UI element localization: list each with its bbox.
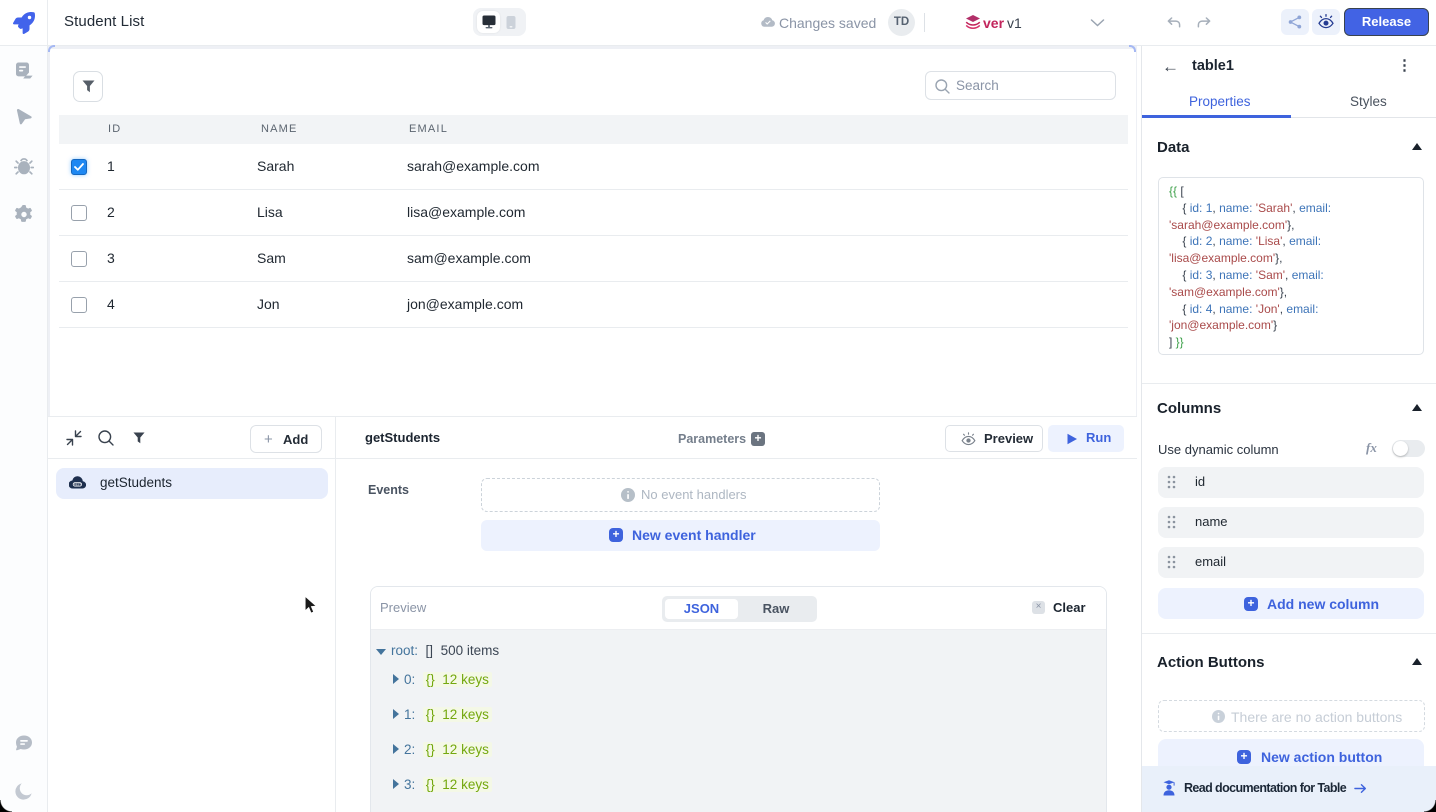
svg-text:REST: REST [74, 483, 81, 487]
